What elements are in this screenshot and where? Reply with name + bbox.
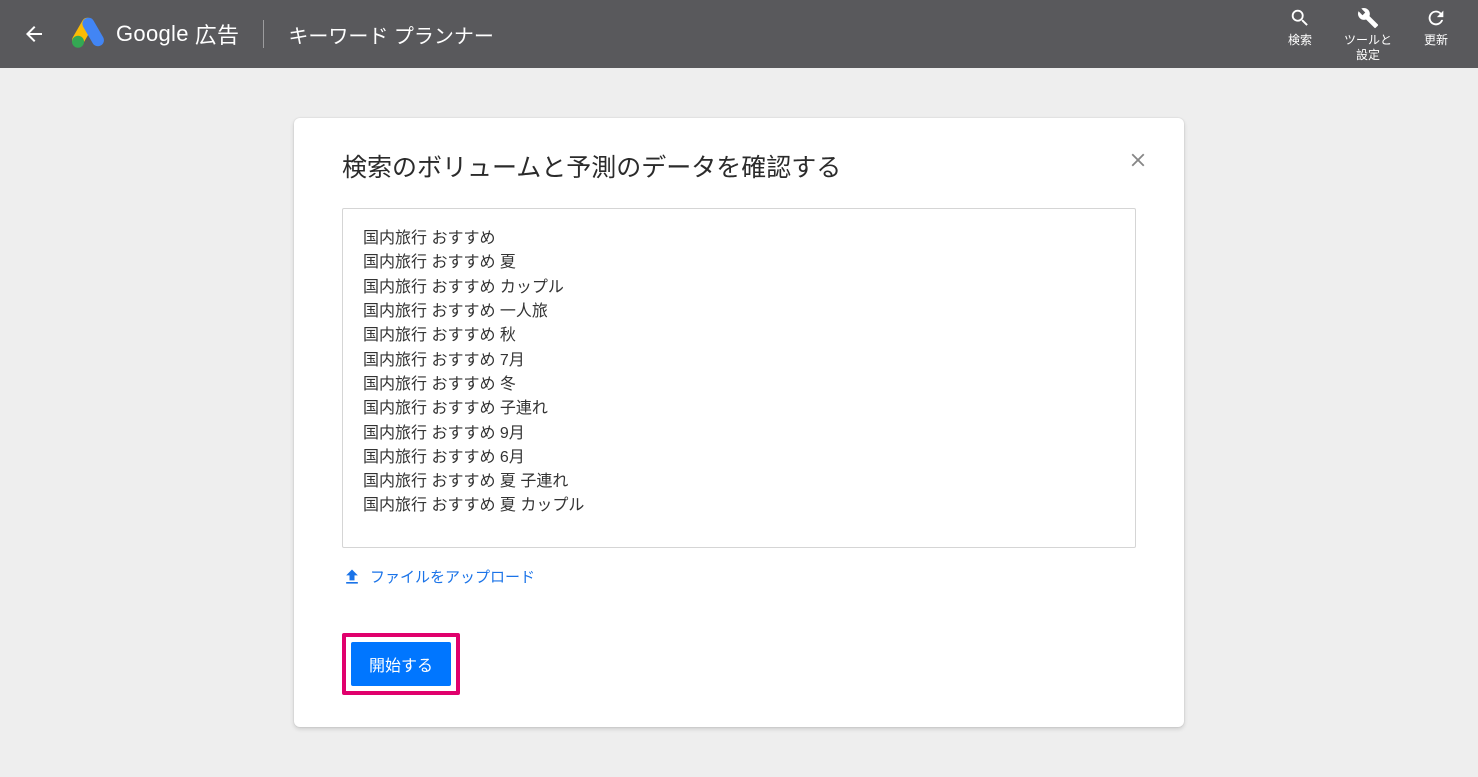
wrench-icon [1357,7,1379,29]
toolbar-search[interactable]: 検索 [1276,5,1324,48]
keywords-textarea[interactable]: 国内旅行 おすすめ 国内旅行 おすすめ 夏 国内旅行 おすすめ カップル 国内旅… [342,208,1136,548]
close-button[interactable] [1122,144,1154,176]
app-bar: Google 広告 キーワード プランナー 検索 ツールと 設定 更新 [0,0,1478,68]
brand-google: Google [116,21,189,47]
back-arrow-icon [22,22,46,46]
upload-file-link[interactable]: ファイルをアップロード [342,566,535,587]
start-button-label: 開始する [369,658,433,675]
brand-ads: 広告 [195,18,240,50]
toolbar-refresh-label: 更新 [1424,33,1448,48]
start-button[interactable]: 開始する [351,642,451,686]
app-bar-left: Google 広告 キーワード プランナー [12,12,1276,56]
back-button[interactable] [12,12,56,56]
toolbar-tools-settings[interactable]: ツールと 設定 [1344,5,1392,63]
section-title: キーワード プランナー [288,20,494,49]
start-highlight: 開始する [342,633,460,695]
google-ads-logo-icon [70,16,106,52]
toolbar-refresh[interactable]: 更新 [1412,5,1460,48]
upload-icon [342,567,362,587]
toolbar-search-label: 検索 [1288,33,1312,48]
stage: 検索のボリュームと予測のデータを確認する 国内旅行 おすすめ 国内旅行 おすすめ… [0,68,1478,777]
toolbar-tools-label: ツールと 設定 [1344,33,1392,63]
brand-label: Google 広告 [116,18,239,50]
search-icon [1289,7,1311,29]
keyword-card: 検索のボリュームと予測のデータを確認する 国内旅行 おすすめ 国内旅行 おすすめ… [294,118,1184,727]
upload-file-label: ファイルをアップロード [370,566,535,587]
app-bar-right: 検索 ツールと 設定 更新 [1276,5,1466,63]
vertical-separator [263,20,264,48]
refresh-icon [1425,7,1447,29]
close-icon [1127,149,1149,171]
card-title: 検索のボリュームと予測のデータを確認する [342,148,1136,184]
card-actions: 開始する [342,633,1136,695]
